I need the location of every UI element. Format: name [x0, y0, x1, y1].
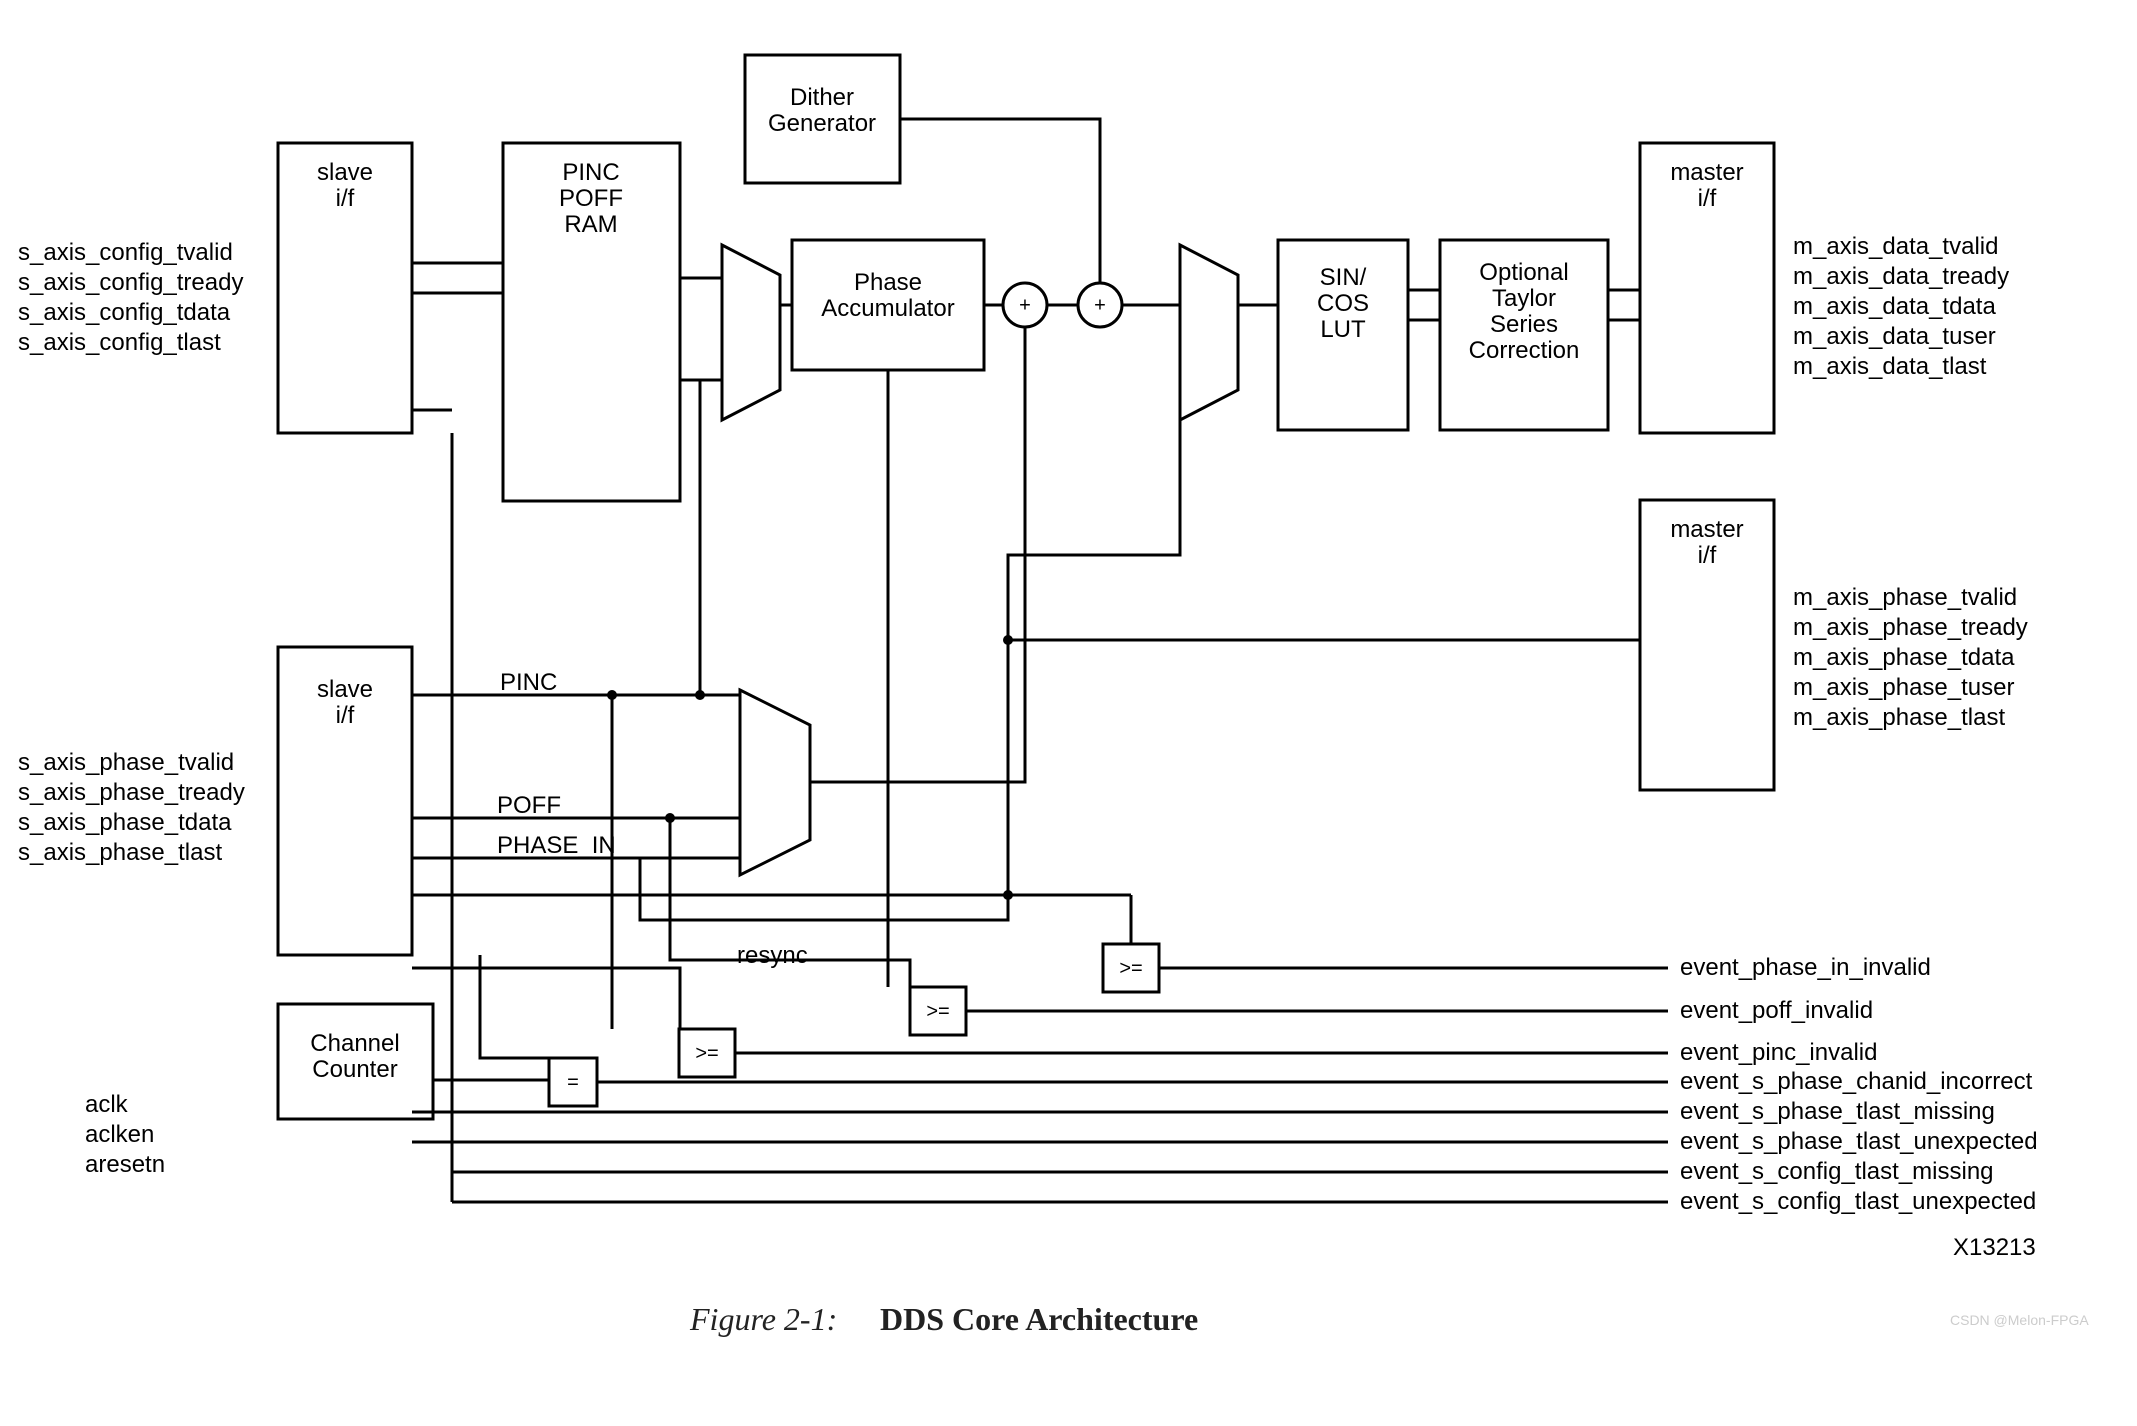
sig-config-0: s_axis_config_tvalid [18, 239, 233, 266]
sig-pout-1: m_axis_phase_tready [1793, 614, 2028, 641]
sig-pout-2: m_axis_phase_tdata [1793, 644, 2015, 671]
wire-pinc-up-to-mux1 [700, 380, 722, 695]
label-dither-2: Generator [768, 110, 876, 137]
sig-phase-2: s_axis_phase_tdata [18, 809, 232, 836]
sig-phase-1: s_axis_phase_tready [18, 779, 245, 806]
label-pacc-1: Phase [854, 269, 922, 296]
label-slave-phase-1: slave [317, 676, 373, 703]
label-chcnt-2: Counter [312, 1056, 397, 1083]
label-slave-config-1: slave [317, 159, 373, 186]
wirelabel-phase-in: PHASE_IN [497, 832, 616, 859]
sig-config-2: s_axis_config_tdata [18, 299, 231, 326]
dot-pinc-2 [695, 690, 705, 700]
label-dither-1: Dither [790, 84, 854, 111]
label-taylor-3: Series [1490, 311, 1558, 338]
label-pacc-2: Accumulator [821, 295, 954, 322]
sig-ev-3: event_s_phase_chanid_incorrect [1680, 1068, 2033, 1095]
watermark: CSDN @Melon-FPGA [1950, 1312, 2089, 1328]
sig-clk-2: aresetn [85, 1151, 165, 1178]
wire-mux3-to-add1 [810, 327, 1025, 782]
figure-ref: X13213 [1953, 1234, 2036, 1261]
label-slave-config-2: i/f [336, 185, 355, 212]
label-pram-1: PINC [562, 159, 619, 186]
dot-poff [665, 813, 675, 823]
cmp-poff-op: >= [926, 1000, 949, 1022]
sig-data-3: m_axis_data_tuser [1793, 323, 1996, 350]
adder-1-plus: + [1019, 294, 1031, 316]
wire-phase-in-down [640, 858, 1008, 920]
wirelabel-resync: resync [737, 942, 808, 969]
label-sincos-3: LUT [1320, 316, 1366, 343]
label-pram-2: POFF [559, 185, 623, 212]
label-chcnt-1: Channel [310, 1030, 399, 1057]
label-taylor-4: Correction [1469, 337, 1580, 364]
label-sincos-1: SIN/ [1320, 264, 1367, 291]
sig-config-1: s_axis_config_tready [18, 269, 243, 296]
adder-2-plus: + [1094, 294, 1106, 316]
sig-phase-3: s_axis_phase_tlast [18, 839, 222, 866]
label-master-phase-1: master [1670, 516, 1743, 543]
sig-ev-7: event_s_config_tlast_unexpected [1680, 1188, 2036, 1215]
label-taylor-2: Taylor [1492, 285, 1556, 312]
sig-data-0: m_axis_data_tvalid [1793, 233, 1998, 260]
sig-ev-4: event_s_phase_tlast_missing [1680, 1098, 1995, 1125]
mux-2 [1180, 245, 1238, 420]
dds-architecture-diagram: slave i/f PINC POFF RAM Dither Generator… [0, 0, 2137, 1426]
sig-phase-0: s_axis_phase_tvalid [18, 749, 234, 776]
dot-phase-in [1003, 890, 1013, 900]
figure-caption-title: DDS Core Architecture [880, 1301, 1198, 1337]
wirelabel-pinc: PINC [500, 669, 557, 696]
sig-pout-0: m_axis_phase_tvalid [1793, 584, 2017, 611]
sig-ev-6: event_s_config_tlast_missing [1680, 1158, 1994, 1185]
sig-data-2: m_axis_data_tdata [1793, 293, 1996, 320]
figure-caption-lead: Figure 2-1: [689, 1301, 837, 1337]
wirelabel-poff: POFF [497, 792, 561, 819]
cmp-pinc-op: >= [695, 1042, 718, 1064]
wire-slavephase-eq [480, 955, 549, 1058]
label-taylor-1: Optional [1479, 259, 1568, 286]
mux-1 [722, 245, 780, 420]
dot-master-phase [1003, 635, 1013, 645]
label-master-phase-2: i/f [1698, 542, 1717, 569]
sig-clk-0: aclk [85, 1091, 129, 1118]
label-master-data-2: i/f [1698, 185, 1717, 212]
label-master-data-1: master [1670, 159, 1743, 186]
sig-config-3: s_axis_config_tlast [18, 329, 221, 356]
label-sincos-2: COS [1317, 290, 1369, 317]
sig-ev-0: event_phase_in_invalid [1680, 954, 1931, 981]
sig-ev-1: event_poff_invalid [1680, 997, 1873, 1024]
sig-pout-4: m_axis_phase_tlast [1793, 704, 2005, 731]
label-pram-3: RAM [564, 211, 617, 238]
cmp-eq-op: = [567, 1071, 579, 1093]
sig-data-4: m_axis_data_tlast [1793, 353, 1987, 380]
cmp-phasein-op: >= [1119, 957, 1142, 979]
sig-pout-3: m_axis_phase_tuser [1793, 674, 2014, 701]
label-slave-phase-2: i/f [336, 702, 355, 729]
sig-ev-2: event_pinc_invalid [1680, 1039, 1877, 1066]
sig-data-1: m_axis_data_tready [1793, 263, 2009, 290]
sig-clk-1: aclken [85, 1121, 154, 1148]
sig-ev-5: event_s_phase_tlast_unexpected [1680, 1128, 2038, 1155]
mux-3 [740, 690, 810, 875]
dot-pinc [607, 690, 617, 700]
